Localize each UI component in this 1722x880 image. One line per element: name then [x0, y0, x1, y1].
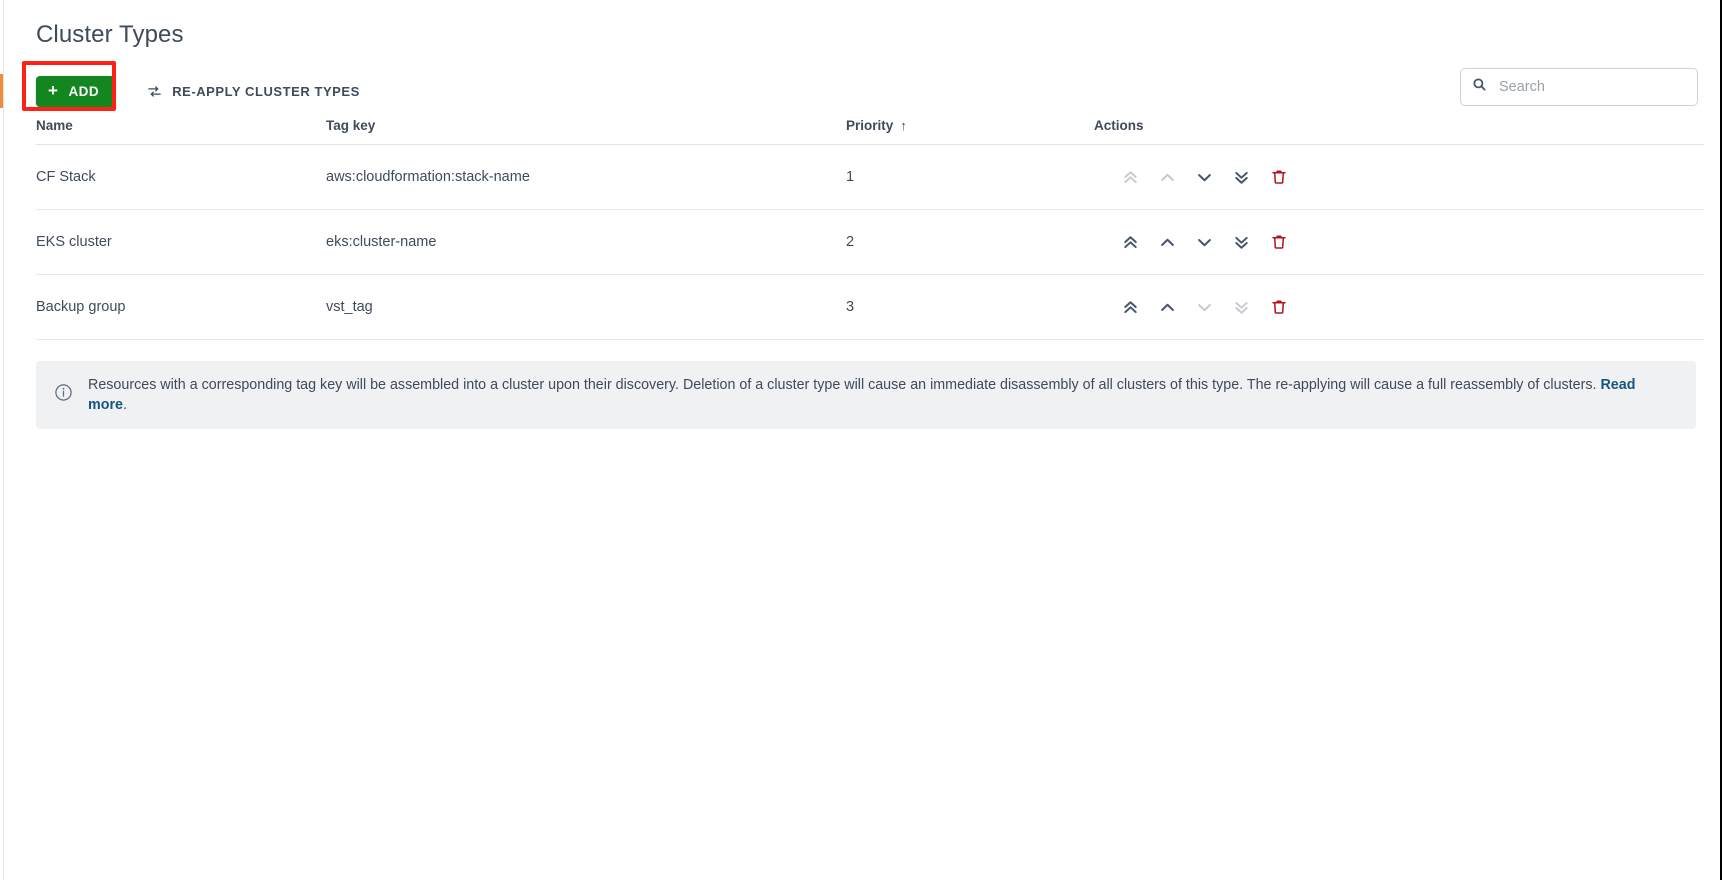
sync-swap-icon — [147, 84, 162, 99]
chevron-down-icon — [1195, 298, 1214, 317]
move-down-button[interactable] — [1186, 162, 1223, 192]
cell-actions — [1094, 210, 1704, 275]
delete-button[interactable] — [1260, 227, 1297, 257]
trash-icon — [1270, 233, 1288, 251]
table-body: CF Stack aws:cloudformation:stack-name 1 — [36, 145, 1704, 340]
double-chevron-down-icon — [1232, 168, 1251, 187]
delete-button[interactable] — [1260, 162, 1297, 192]
table-row: CF Stack aws:cloudformation:stack-name 1 — [36, 145, 1704, 210]
sort-ascending-icon: ↑ — [900, 118, 907, 133]
chevron-up-icon — [1158, 233, 1177, 252]
cell-tag-key: aws:cloudformation:stack-name — [326, 145, 846, 210]
add-button-wrapper: + ADD — [36, 76, 115, 107]
cluster-types-page: Cluster Types + ADD RE-APPLY CLUSTER TYP… — [0, 0, 1722, 880]
move-to-top-button — [1112, 162, 1149, 192]
cell-priority: 3 — [846, 275, 1094, 340]
double-chevron-up-icon — [1121, 233, 1140, 252]
cell-priority: 2 — [846, 210, 1094, 275]
delete-button[interactable] — [1260, 292, 1297, 322]
move-down-button — [1186, 292, 1223, 322]
chevron-down-icon — [1195, 168, 1214, 187]
double-chevron-down-icon — [1232, 233, 1251, 252]
table-header-row: Name Tag key Priority ↑ Actions — [36, 118, 1704, 145]
plus-icon: + — [48, 82, 58, 99]
cell-actions — [1094, 275, 1704, 340]
double-chevron-up-icon — [1121, 298, 1140, 317]
content-area: Cluster Types + ADD RE-APPLY CLUSTER TYP… — [4, 0, 1722, 880]
move-up-button[interactable] — [1149, 292, 1186, 322]
move-down-button[interactable] — [1186, 227, 1223, 257]
table-row: Backup group vst_tag 3 — [36, 275, 1704, 340]
info-banner-message: Resources with a corresponding tag key w… — [88, 377, 1597, 393]
row-actions — [1112, 227, 1704, 257]
add-button[interactable]: + ADD — [36, 76, 115, 107]
toolbar: + ADD RE-APPLY CLUSTER TYPES — [22, 68, 1704, 114]
move-to-top-button[interactable] — [1112, 292, 1149, 322]
move-up-button[interactable] — [1149, 227, 1186, 257]
search-icon — [1472, 77, 1487, 97]
cell-name: EKS cluster — [36, 210, 326, 275]
column-header-actions: Actions — [1094, 118, 1704, 145]
cell-name: Backup group — [36, 275, 326, 340]
re-apply-label: RE-APPLY CLUSTER TYPES — [172, 84, 360, 99]
move-up-button — [1149, 162, 1186, 192]
move-to-top-button[interactable] — [1112, 227, 1149, 257]
cell-priority: 1 — [846, 145, 1094, 210]
table-row: EKS cluster eks:cluster-name 2 — [36, 210, 1704, 275]
column-header-priority-label: Priority — [846, 118, 893, 133]
search-input[interactable] — [1497, 78, 1688, 96]
column-header-tag-key[interactable]: Tag key — [326, 118, 846, 145]
move-to-bottom-button[interactable] — [1223, 162, 1260, 192]
info-banner-trailing: . — [123, 397, 127, 413]
info-circle-icon — [54, 383, 73, 407]
double-chevron-down-icon — [1232, 298, 1251, 317]
page-title: Cluster Types — [36, 18, 1704, 52]
add-button-label: ADD — [68, 84, 99, 99]
row-actions — [1112, 292, 1704, 322]
trash-icon — [1270, 168, 1288, 186]
info-banner: Resources with a corresponding tag key w… — [36, 361, 1696, 429]
cell-name: CF Stack — [36, 145, 326, 210]
move-to-bottom-button — [1223, 292, 1260, 322]
cell-tag-key: vst_tag — [326, 275, 846, 340]
chevron-down-icon — [1195, 233, 1214, 252]
table-head: Name Tag key Priority ↑ Actions — [36, 118, 1704, 145]
chevron-up-icon — [1158, 168, 1177, 187]
cluster-types-table: Name Tag key Priority ↑ Actions CF Stack … — [36, 118, 1704, 340]
info-banner-text: Resources with a corresponding tag key w… — [88, 375, 1678, 415]
search-box[interactable] — [1460, 68, 1698, 106]
chevron-up-icon — [1158, 298, 1177, 317]
trash-icon — [1270, 298, 1288, 316]
row-actions — [1112, 162, 1704, 192]
move-to-bottom-button[interactable] — [1223, 227, 1260, 257]
cell-actions — [1094, 145, 1704, 210]
re-apply-cluster-types-button[interactable]: RE-APPLY CLUSTER TYPES — [145, 80, 362, 103]
column-header-name[interactable]: Name — [36, 118, 326, 145]
column-header-priority[interactable]: Priority ↑ — [846, 118, 1094, 145]
double-chevron-up-icon — [1121, 168, 1140, 187]
cell-tag-key: eks:cluster-name — [326, 210, 846, 275]
